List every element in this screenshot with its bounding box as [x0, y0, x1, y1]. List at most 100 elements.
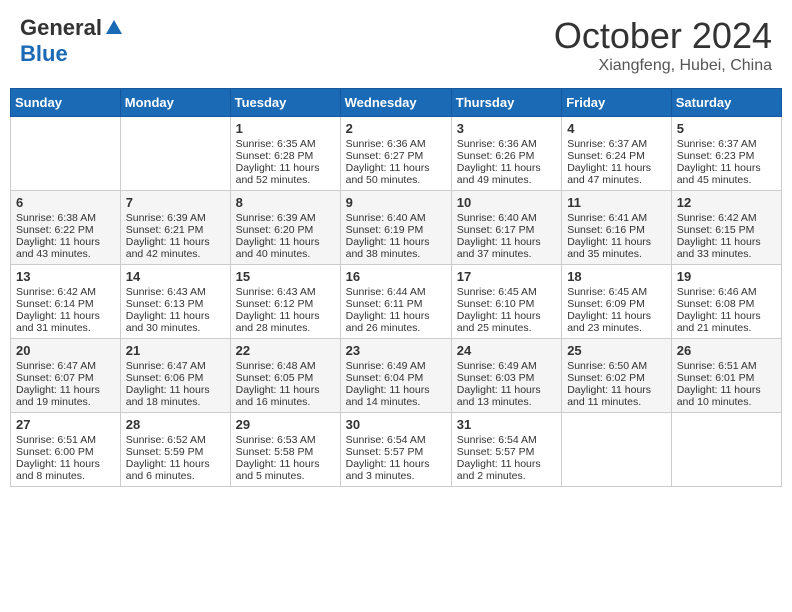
daylight-text: Daylight: 11 hours and 45 minutes. — [677, 162, 761, 186]
sunrise-text: Sunrise: 6:50 AM — [567, 360, 647, 372]
calendar-cell: 27Sunrise: 6:51 AMSunset: 6:00 PMDayligh… — [11, 413, 121, 487]
sunset-text: Sunset: 6:19 PM — [346, 224, 424, 236]
calendar-header-row: SundayMondayTuesdayWednesdayThursdayFrid… — [11, 89, 782, 117]
calendar-cell: 24Sunrise: 6:49 AMSunset: 6:03 PMDayligh… — [451, 339, 561, 413]
sunset-text: Sunset: 6:21 PM — [126, 224, 204, 236]
sunset-text: Sunset: 6:14 PM — [16, 298, 94, 310]
daylight-text: Daylight: 11 hours and 33 minutes. — [677, 236, 761, 260]
sunrise-text: Sunrise: 6:41 AM — [567, 212, 647, 224]
daylight-text: Daylight: 11 hours and 52 minutes. — [236, 162, 320, 186]
day-number: 9 — [346, 195, 446, 210]
sunrise-text: Sunrise: 6:48 AM — [236, 360, 316, 372]
daylight-text: Daylight: 11 hours and 19 minutes. — [16, 384, 100, 408]
sunrise-text: Sunrise: 6:45 AM — [567, 286, 647, 298]
calendar-cell: 5Sunrise: 6:37 AMSunset: 6:23 PMDaylight… — [671, 117, 781, 191]
sunrise-text: Sunrise: 6:54 AM — [457, 434, 537, 446]
sunrise-text: Sunrise: 6:54 AM — [346, 434, 426, 446]
daylight-text: Daylight: 11 hours and 28 minutes. — [236, 310, 320, 334]
sunrise-text: Sunrise: 6:36 AM — [457, 138, 537, 150]
sunrise-text: Sunrise: 6:37 AM — [567, 138, 647, 150]
sunset-text: Sunset: 6:03 PM — [457, 372, 535, 384]
calendar-cell — [11, 117, 121, 191]
calendar-cell: 15Sunrise: 6:43 AMSunset: 6:12 PMDayligh… — [230, 265, 340, 339]
sunset-text: Sunset: 5:57 PM — [346, 446, 424, 458]
sunset-text: Sunset: 6:05 PM — [236, 372, 314, 384]
sunset-text: Sunset: 6:10 PM — [457, 298, 535, 310]
calendar-cell: 4Sunrise: 6:37 AMSunset: 6:24 PMDaylight… — [562, 117, 672, 191]
daylight-text: Daylight: 11 hours and 49 minutes. — [457, 162, 541, 186]
sunset-text: Sunset: 6:11 PM — [346, 298, 423, 310]
day-number: 27 — [16, 417, 115, 432]
daylight-text: Daylight: 11 hours and 23 minutes. — [567, 310, 651, 334]
daylight-text: Daylight: 11 hours and 21 minutes. — [677, 310, 761, 334]
day-number: 26 — [677, 343, 776, 358]
calendar-cell: 19Sunrise: 6:46 AMSunset: 6:08 PMDayligh… — [671, 265, 781, 339]
logo-blue: Blue — [20, 41, 68, 67]
daylight-text: Daylight: 11 hours and 3 minutes. — [346, 458, 430, 482]
day-number: 18 — [567, 269, 666, 284]
daylight-text: Daylight: 11 hours and 43 minutes. — [16, 236, 100, 260]
logo-general: General — [20, 15, 102, 41]
daylight-text: Daylight: 11 hours and 40 minutes. — [236, 236, 320, 260]
day-number: 4 — [567, 121, 666, 136]
calendar-cell: 26Sunrise: 6:51 AMSunset: 6:01 PMDayligh… — [671, 339, 781, 413]
day-number: 10 — [457, 195, 556, 210]
sunrise-text: Sunrise: 6:39 AM — [126, 212, 206, 224]
sunrise-text: Sunrise: 6:47 AM — [126, 360, 206, 372]
month-title: October 2024 — [554, 15, 772, 57]
sunrise-text: Sunrise: 6:44 AM — [346, 286, 426, 298]
daylight-text: Daylight: 11 hours and 5 minutes. — [236, 458, 320, 482]
calendar-cell: 20Sunrise: 6:47 AMSunset: 6:07 PMDayligh… — [11, 339, 121, 413]
col-header-monday: Monday — [120, 89, 230, 117]
sunrise-text: Sunrise: 6:49 AM — [457, 360, 537, 372]
daylight-text: Daylight: 11 hours and 14 minutes. — [346, 384, 430, 408]
sunset-text: Sunset: 6:04 PM — [346, 372, 424, 384]
calendar-cell: 13Sunrise: 6:42 AMSunset: 6:14 PMDayligh… — [11, 265, 121, 339]
sunrise-text: Sunrise: 6:38 AM — [16, 212, 96, 224]
calendar-cell: 11Sunrise: 6:41 AMSunset: 6:16 PMDayligh… — [562, 191, 672, 265]
calendar-cell: 29Sunrise: 6:53 AMSunset: 5:58 PMDayligh… — [230, 413, 340, 487]
sunset-text: Sunset: 6:15 PM — [677, 224, 755, 236]
daylight-text: Daylight: 11 hours and 2 minutes. — [457, 458, 541, 482]
day-number: 11 — [567, 195, 666, 210]
daylight-text: Daylight: 11 hours and 50 minutes. — [346, 162, 430, 186]
sunset-text: Sunset: 6:26 PM — [457, 150, 535, 162]
calendar-cell: 8Sunrise: 6:39 AMSunset: 6:20 PMDaylight… — [230, 191, 340, 265]
day-number: 28 — [126, 417, 225, 432]
calendar-cell: 2Sunrise: 6:36 AMSunset: 6:27 PMDaylight… — [340, 117, 451, 191]
daylight-text: Daylight: 11 hours and 42 minutes. — [126, 236, 210, 260]
sunrise-text: Sunrise: 6:40 AM — [346, 212, 426, 224]
calendar-week-row: 27Sunrise: 6:51 AMSunset: 6:00 PMDayligh… — [11, 413, 782, 487]
location: Xiangfeng, Hubei, China — [554, 57, 772, 75]
day-number: 5 — [677, 121, 776, 136]
calendar-week-row: 20Sunrise: 6:47 AMSunset: 6:07 PMDayligh… — [11, 339, 782, 413]
calendar-cell: 22Sunrise: 6:48 AMSunset: 6:05 PMDayligh… — [230, 339, 340, 413]
calendar-week-row: 13Sunrise: 6:42 AMSunset: 6:14 PMDayligh… — [11, 265, 782, 339]
daylight-text: Daylight: 11 hours and 37 minutes. — [457, 236, 541, 260]
day-number: 12 — [677, 195, 776, 210]
day-number: 22 — [236, 343, 335, 358]
sunset-text: Sunset: 6:09 PM — [567, 298, 645, 310]
day-number: 20 — [16, 343, 115, 358]
calendar-cell: 14Sunrise: 6:43 AMSunset: 6:13 PMDayligh… — [120, 265, 230, 339]
sunrise-text: Sunrise: 6:52 AM — [126, 434, 206, 446]
col-header-wednesday: Wednesday — [340, 89, 451, 117]
day-number: 1 — [236, 121, 335, 136]
calendar-table: SundayMondayTuesdayWednesdayThursdayFrid… — [10, 88, 782, 487]
col-header-thursday: Thursday — [451, 89, 561, 117]
daylight-text: Daylight: 11 hours and 31 minutes. — [16, 310, 100, 334]
sunset-text: Sunset: 6:13 PM — [126, 298, 204, 310]
calendar-cell: 25Sunrise: 6:50 AMSunset: 6:02 PMDayligh… — [562, 339, 672, 413]
calendar-cell: 10Sunrise: 6:40 AMSunset: 6:17 PMDayligh… — [451, 191, 561, 265]
sunset-text: Sunset: 6:06 PM — [126, 372, 204, 384]
sunset-text: Sunset: 6:08 PM — [677, 298, 755, 310]
day-number: 19 — [677, 269, 776, 284]
calendar-cell: 30Sunrise: 6:54 AMSunset: 5:57 PMDayligh… — [340, 413, 451, 487]
sunset-text: Sunset: 6:02 PM — [567, 372, 645, 384]
sunset-text: Sunset: 6:07 PM — [16, 372, 94, 384]
daylight-text: Daylight: 11 hours and 13 minutes. — [457, 384, 541, 408]
col-header-friday: Friday — [562, 89, 672, 117]
day-number: 8 — [236, 195, 335, 210]
sunset-text: Sunset: 6:17 PM — [457, 224, 535, 236]
col-header-tuesday: Tuesday — [230, 89, 340, 117]
